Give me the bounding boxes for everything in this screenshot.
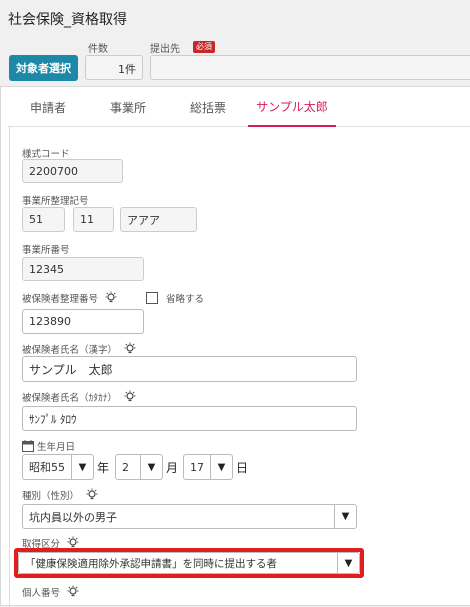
omit-checkbox[interactable]: [146, 292, 158, 304]
birthdate-label: 生年月日: [22, 439, 75, 453]
day-select[interactable]: 17 ▼: [183, 454, 233, 480]
destination-field[interactable]: [150, 55, 470, 80]
chevron-down-icon: ▼: [71, 455, 93, 479]
chevron-down-icon: ▼: [334, 505, 356, 528]
chevron-down-icon: ▼: [140, 455, 162, 479]
highlight-box: [14, 548, 364, 578]
office-no-field: 12345: [22, 257, 144, 281]
tab-applicant[interactable]: 申請者: [8, 87, 88, 127]
chevron-down-icon: ▼: [210, 455, 232, 479]
omit-option[interactable]: 省略する: [146, 291, 204, 305]
year-unit: 年: [97, 461, 110, 475]
select-target-button[interactable]: 対象者選択: [9, 55, 78, 81]
insured-no-label: 被保険者整理番号: [22, 291, 118, 305]
page-title: 社会保険_資格取得: [8, 12, 127, 28]
office-reg-label: 事業所整理記号: [22, 196, 89, 207]
lightbulb-icon[interactable]: [123, 390, 137, 404]
count-label: 件数: [88, 44, 108, 55]
insured-no-input[interactable]: 123890: [22, 309, 144, 334]
month-select[interactable]: 2 ▼: [115, 454, 163, 480]
count-field: 1件: [85, 55, 143, 80]
office-reg-field-2: 11: [73, 207, 114, 232]
calendar-icon: [22, 440, 34, 452]
name-kanji-input[interactable]: サンプル 太郎: [22, 356, 357, 382]
destination-label: 提出先: [150, 44, 180, 55]
style-code-label: 様式コード: [22, 149, 70, 160]
name-kana-label: 被保険者氏名（ｶﾀｶﾅ）: [22, 390, 137, 404]
day-unit: 日: [236, 461, 249, 475]
lightbulb-icon[interactable]: [104, 291, 118, 305]
era-select[interactable]: 昭和55 ▼: [22, 454, 94, 480]
lightbulb-icon[interactable]: [85, 488, 99, 502]
tab-summary[interactable]: 総括票: [168, 87, 248, 127]
name-kana-input[interactable]: ｻﾝﾌﾟﾙ ﾀﾛｳ: [22, 406, 357, 431]
tab-sample-taro[interactable]: サンプル太郎: [248, 87, 336, 127]
name-kanji-label: 被保険者氏名（漢字）: [22, 342, 137, 356]
office-reg-field-1: 51: [22, 207, 65, 232]
office-reg-field-3: アアア: [120, 207, 197, 232]
office-no-label: 事業所番号: [22, 245, 70, 256]
style-code-field: 2200700: [22, 159, 123, 183]
required-badge: 必須: [193, 41, 215, 53]
category-select[interactable]: 坑内員以外の男子 ▼: [22, 504, 357, 529]
tab-bar: 申請者 事業所 総括票 サンプル太郎: [8, 87, 470, 127]
month-unit: 月: [166, 461, 179, 475]
omit-label: 省略する: [166, 294, 205, 305]
category-label: 種別（性別）: [22, 488, 99, 502]
lightbulb-icon[interactable]: [123, 342, 137, 356]
tab-office[interactable]: 事業所: [88, 87, 168, 127]
